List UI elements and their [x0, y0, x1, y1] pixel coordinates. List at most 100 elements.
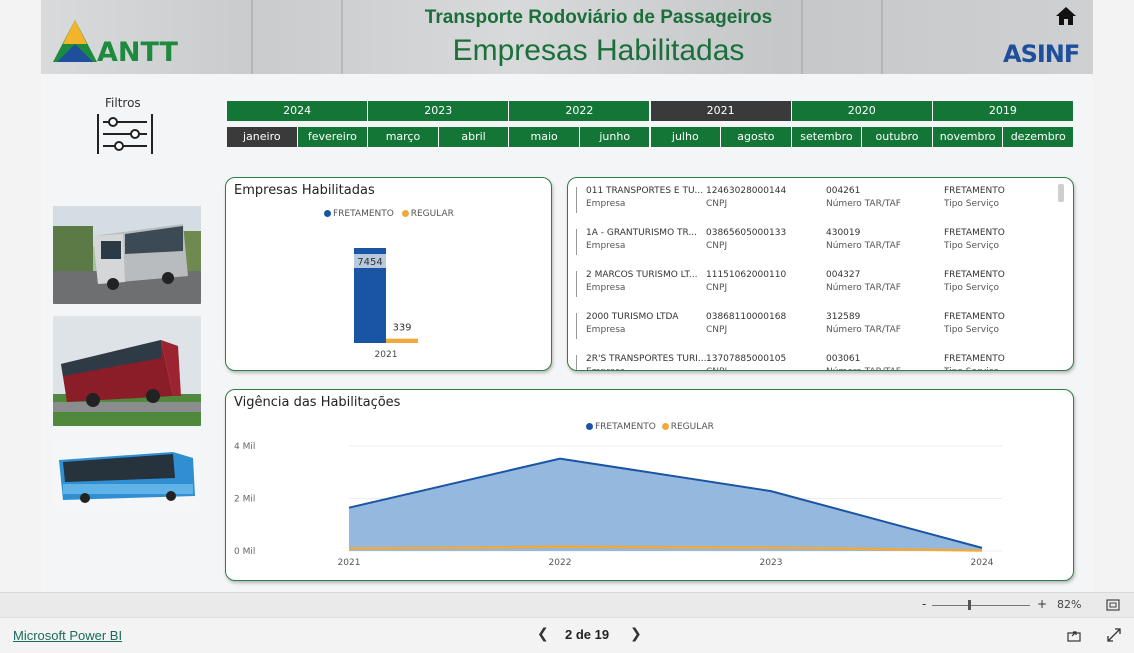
- month-option-agosto[interactable]: agosto: [721, 127, 792, 147]
- share-icon[interactable]: [1067, 628, 1081, 642]
- bar-regular-2021[interactable]: [386, 338, 418, 343]
- row-divider: [576, 355, 577, 370]
- cell-tipo: FRETAMENTO: [944, 270, 1005, 280]
- row-divider: [576, 187, 577, 213]
- y-tick-label: 0 Mil: [234, 547, 255, 557]
- table-row[interactable]: 2 MARCOS TURISMO LT... Empresa 11151062000…: [576, 270, 1046, 304]
- year-option-2024[interactable]: 2024: [227, 101, 369, 121]
- cell-label-tipo: Tipo Serviço: [944, 199, 1000, 209]
- month-option-junho[interactable]: junho: [579, 127, 651, 147]
- data-label-fretamento: 7454: [357, 257, 382, 268]
- cell-cnpj: 11151062000110: [706, 270, 787, 280]
- fullscreen-icon[interactable]: [1107, 628, 1121, 642]
- zoom-in-button[interactable]: +: [1037, 597, 1047, 611]
- cell-label-tar: Número TAR/TAF: [826, 325, 901, 335]
- month-option-abril[interactable]: abril: [438, 127, 510, 147]
- cell-label-tar: Número TAR/TAF: [826, 367, 901, 370]
- cell-tar: 312589: [826, 312, 861, 322]
- fit-to-page-icon[interactable]: [1106, 599, 1120, 611]
- cell-tar: 003061: [826, 354, 861, 364]
- cell-tar: 430019: [826, 228, 861, 238]
- cell-label-empresa: Empresa: [586, 367, 625, 370]
- cell-empresa: 011 TRANSPORTES E TU...: [586, 186, 704, 196]
- month-option-dezembro[interactable]: dezembro: [1003, 127, 1074, 147]
- cell-label-cnpj: CNPJ: [706, 283, 728, 293]
- month-option-maio[interactable]: maio: [509, 127, 580, 147]
- area-fretamento[interactable]: [349, 458, 982, 551]
- table-row[interactable]: 2000 TURISMO LTDA Empresa 03868110000168 CN…: [576, 312, 1046, 346]
- table-row[interactable]: 1A - GRANTURISMO TR... Empresa 03865605000…: [576, 228, 1046, 262]
- previous-page-icon[interactable]: ❮: [537, 626, 549, 642]
- cell-cnpj: 13707885000105: [706, 354, 787, 364]
- cell-empresa: 2 MARCOS TURISMO LT...: [586, 270, 698, 280]
- cell-label-cnpj: CNPJ: [706, 199, 728, 209]
- cell-label-empresa: Empresa: [586, 199, 626, 209]
- x-tick-label: 2024: [971, 558, 994, 568]
- zoom-bar: - + 82%: [0, 592, 1134, 618]
- month-option-janeiro[interactable]: janeiro: [227, 127, 298, 147]
- cell-label-tar: Número TAR/TAF: [826, 241, 901, 251]
- zoom-level: 82%: [1057, 598, 1082, 611]
- year-option-2021[interactable]: 2021: [650, 101, 792, 121]
- home-icon[interactable]: [1055, 6, 1077, 26]
- x-tick-label: 2021: [375, 350, 398, 360]
- month-option-julho[interactable]: julho: [650, 127, 722, 147]
- cell-label-tar: Número TAR/TAF: [826, 199, 901, 209]
- cell-label-tar: Número TAR/TAF: [826, 283, 901, 293]
- bar-chart: 7454 339 2021: [354, 248, 418, 360]
- zoom-out-button[interactable]: -: [922, 597, 926, 611]
- cell-cnpj: 03865605000133: [706, 228, 787, 238]
- table-row[interactable]: 011 TRANSPORTES E TU... Empresa 1246302800…: [576, 186, 1046, 220]
- footer-bar: Microsoft Power BI ❮ 2 de 19 ❯: [0, 617, 1134, 653]
- data-label-regular: 339: [392, 323, 411, 334]
- zoom-slider[interactable]: [932, 605, 1030, 606]
- row-divider: [576, 229, 577, 255]
- cell-label-cnpj: CNPJ: [706, 325, 728, 335]
- year-option-2019[interactable]: 2019: [932, 101, 1074, 121]
- page-indicator: 2 de 19: [565, 627, 610, 642]
- cell-tar: 004261: [826, 186, 861, 196]
- power-bi-link[interactable]: Microsoft Power BI: [13, 628, 122, 643]
- month-option-outubro[interactable]: outubro: [862, 127, 933, 147]
- table-scrollbar[interactable]: [1058, 184, 1064, 202]
- header-banner: ANTT Transporte Rodoviário de Passageiro…: [41, 0, 1093, 74]
- table-row[interactable]: 2R'S TRANSPORTES TURI... Empresa 137078850…: [576, 354, 1046, 370]
- cell-label-tipo: Tipo Serviço: [944, 367, 999, 370]
- cell-empresa: 2000 TURISMO LTDA: [586, 312, 679, 322]
- cell-tipo: FRETAMENTO: [944, 312, 1005, 322]
- cell-label-cnpj: CNPJ: [706, 367, 727, 370]
- cell-cnpj: 03868110000168: [706, 312, 787, 322]
- cell-label-tipo: Tipo Serviço: [944, 241, 1000, 251]
- company-table-card: 011 TRANSPORTES E TU... Empresa 1246302800…: [567, 177, 1074, 371]
- asinf-logo: ASINF: [1003, 40, 1080, 68]
- cell-label-tipo: Tipo Serviço: [944, 325, 1000, 335]
- year-option-2020[interactable]: 2020: [791, 101, 933, 121]
- bar-chart-card: Empresas Habilitadas FRETAMENTO REGULAR …: [225, 177, 552, 371]
- page-title: Transporte Rodoviário de Passageiros: [424, 7, 773, 28]
- area-chart-card: Vigência das Habilitações FRETAMENTO REG…: [225, 389, 1074, 581]
- sliders-icon[interactable]: [97, 114, 153, 154]
- month-option-março[interactable]: março: [368, 127, 439, 147]
- cell-tipo: FRETAMENTO: [944, 354, 1005, 364]
- x-tick-label: 2021: [338, 558, 361, 568]
- next-page-icon[interactable]: ❯: [630, 626, 642, 642]
- report-canvas: ANTT Transporte Rodoviário de Passageiro…: [41, 0, 1093, 592]
- month-option-fevereiro[interactable]: fevereiro: [297, 127, 369, 147]
- row-divider: [576, 313, 577, 339]
- year-option-2023[interactable]: 2023: [368, 101, 510, 121]
- cell-empresa: 2R'S TRANSPORTES TURI...: [586, 354, 707, 364]
- x-tick-label: 2022: [549, 558, 572, 568]
- cell-tipo: FRETAMENTO: [944, 228, 1005, 238]
- year-option-2022[interactable]: 2022: [509, 101, 651, 121]
- x-tick-label: 2023: [760, 558, 783, 568]
- filters-label: Filtros: [105, 96, 141, 110]
- row-divider: [576, 271, 577, 297]
- month-option-setembro[interactable]: setembro: [791, 127, 863, 147]
- month-option-novembro[interactable]: novembro: [932, 127, 1004, 147]
- bus-photo-2: [53, 316, 201, 426]
- y-tick-label: 4 Mil: [234, 442, 255, 452]
- cell-label-tipo: Tipo Serviço: [944, 283, 1000, 293]
- zoom-slider-handle[interactable]: [968, 600, 971, 610]
- cell-tipo: FRETAMENTO: [944, 186, 1005, 196]
- cell-cnpj: 12463028000144: [706, 186, 787, 196]
